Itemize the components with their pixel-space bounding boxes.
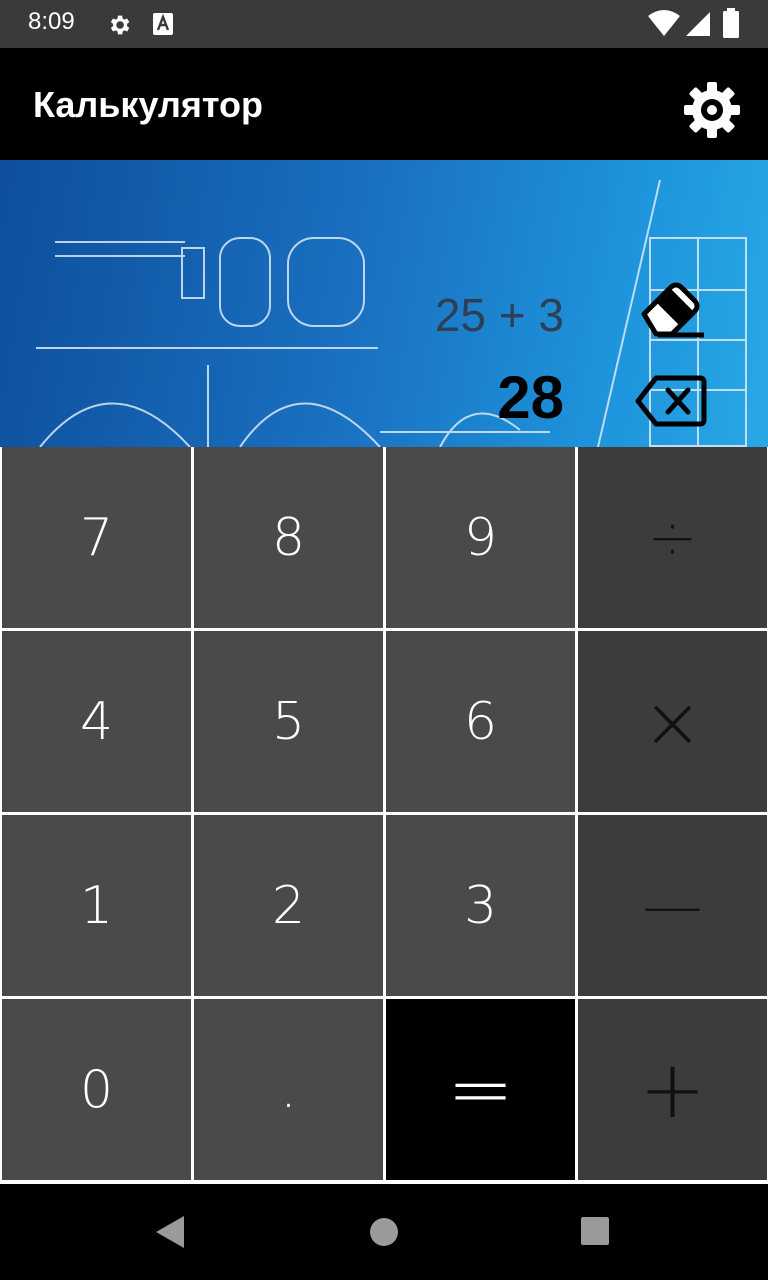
plus-button[interactable]: + bbox=[578, 999, 767, 1180]
wifi-icon bbox=[648, 10, 680, 36]
key-9-label: 9 bbox=[463, 507, 498, 568]
minus-icon: — bbox=[642, 870, 703, 941]
backspace-icon bbox=[635, 375, 707, 427]
expression-text: 25 + 3 bbox=[434, 289, 564, 341]
key-7[interactable]: 7 bbox=[2, 447, 191, 628]
app-bar: Калькулятор bbox=[0, 48, 768, 160]
key-0[interactable]: 0 bbox=[2, 999, 191, 1180]
settings-button[interactable] bbox=[680, 78, 744, 142]
font-icon bbox=[153, 13, 173, 35]
divide-button[interactable]: ÷ bbox=[578, 447, 767, 628]
multiply-button[interactable]: × bbox=[578, 631, 767, 812]
key-8[interactable]: 8 bbox=[194, 447, 383, 628]
key-5-label: 5 bbox=[271, 691, 306, 752]
key-9[interactable]: 9 bbox=[386, 447, 575, 628]
home-button[interactable] bbox=[368, 1216, 400, 1248]
key-3[interactable]: 3 bbox=[386, 815, 575, 996]
key-6-label: 6 bbox=[463, 691, 498, 752]
key-1[interactable]: 1 bbox=[2, 815, 191, 996]
key-8-label: 8 bbox=[271, 507, 306, 568]
key-0-label: 0 bbox=[79, 1059, 114, 1120]
equals-icon: = bbox=[446, 1043, 515, 1136]
key-1-label: 1 bbox=[79, 875, 114, 936]
minus-button[interactable]: — bbox=[578, 815, 767, 996]
key-5[interactable]: 5 bbox=[194, 631, 383, 812]
divide-icon: ÷ bbox=[647, 502, 698, 573]
key-6[interactable]: 6 bbox=[386, 631, 575, 812]
equals-button[interactable]: = bbox=[386, 999, 575, 1180]
keypad: 7 8 9 ÷ 4 5 6 × 1 2 3 — 0 . = + bbox=[0, 447, 768, 1184]
app-title: Калькулятор bbox=[33, 84, 264, 125]
battery-icon bbox=[723, 8, 739, 38]
back-button[interactable] bbox=[150, 1212, 190, 1252]
status-bar: 8:09 bbox=[0, 0, 768, 48]
multiply-icon: × bbox=[642, 679, 703, 764]
settings-icon bbox=[110, 15, 130, 35]
home-icon bbox=[370, 1218, 398, 1246]
backspace-button[interactable] bbox=[632, 372, 708, 430]
signal-icon bbox=[686, 12, 710, 36]
gear-icon bbox=[684, 82, 740, 138]
key-4[interactable]: 4 bbox=[2, 631, 191, 812]
back-icon bbox=[156, 1216, 184, 1248]
plus-icon: + bbox=[638, 1043, 707, 1136]
key-2-label: 2 bbox=[271, 875, 306, 936]
key-2[interactable]: 2 bbox=[194, 815, 383, 996]
key-7-label: 7 bbox=[79, 507, 114, 568]
navigation-bar bbox=[0, 1184, 768, 1280]
result-text: 28 bbox=[497, 364, 564, 431]
key-3-label: 3 bbox=[463, 875, 498, 936]
key-decimal[interactable]: . bbox=[194, 999, 383, 1180]
key-4-label: 4 bbox=[79, 691, 114, 752]
recents-button[interactable] bbox=[580, 1216, 610, 1246]
clear-button[interactable] bbox=[636, 280, 708, 340]
status-time: 8:09 bbox=[28, 8, 75, 35]
key-decimal-label: . bbox=[280, 1059, 297, 1120]
recents-icon bbox=[581, 1217, 609, 1245]
eraser-icon bbox=[641, 282, 704, 338]
